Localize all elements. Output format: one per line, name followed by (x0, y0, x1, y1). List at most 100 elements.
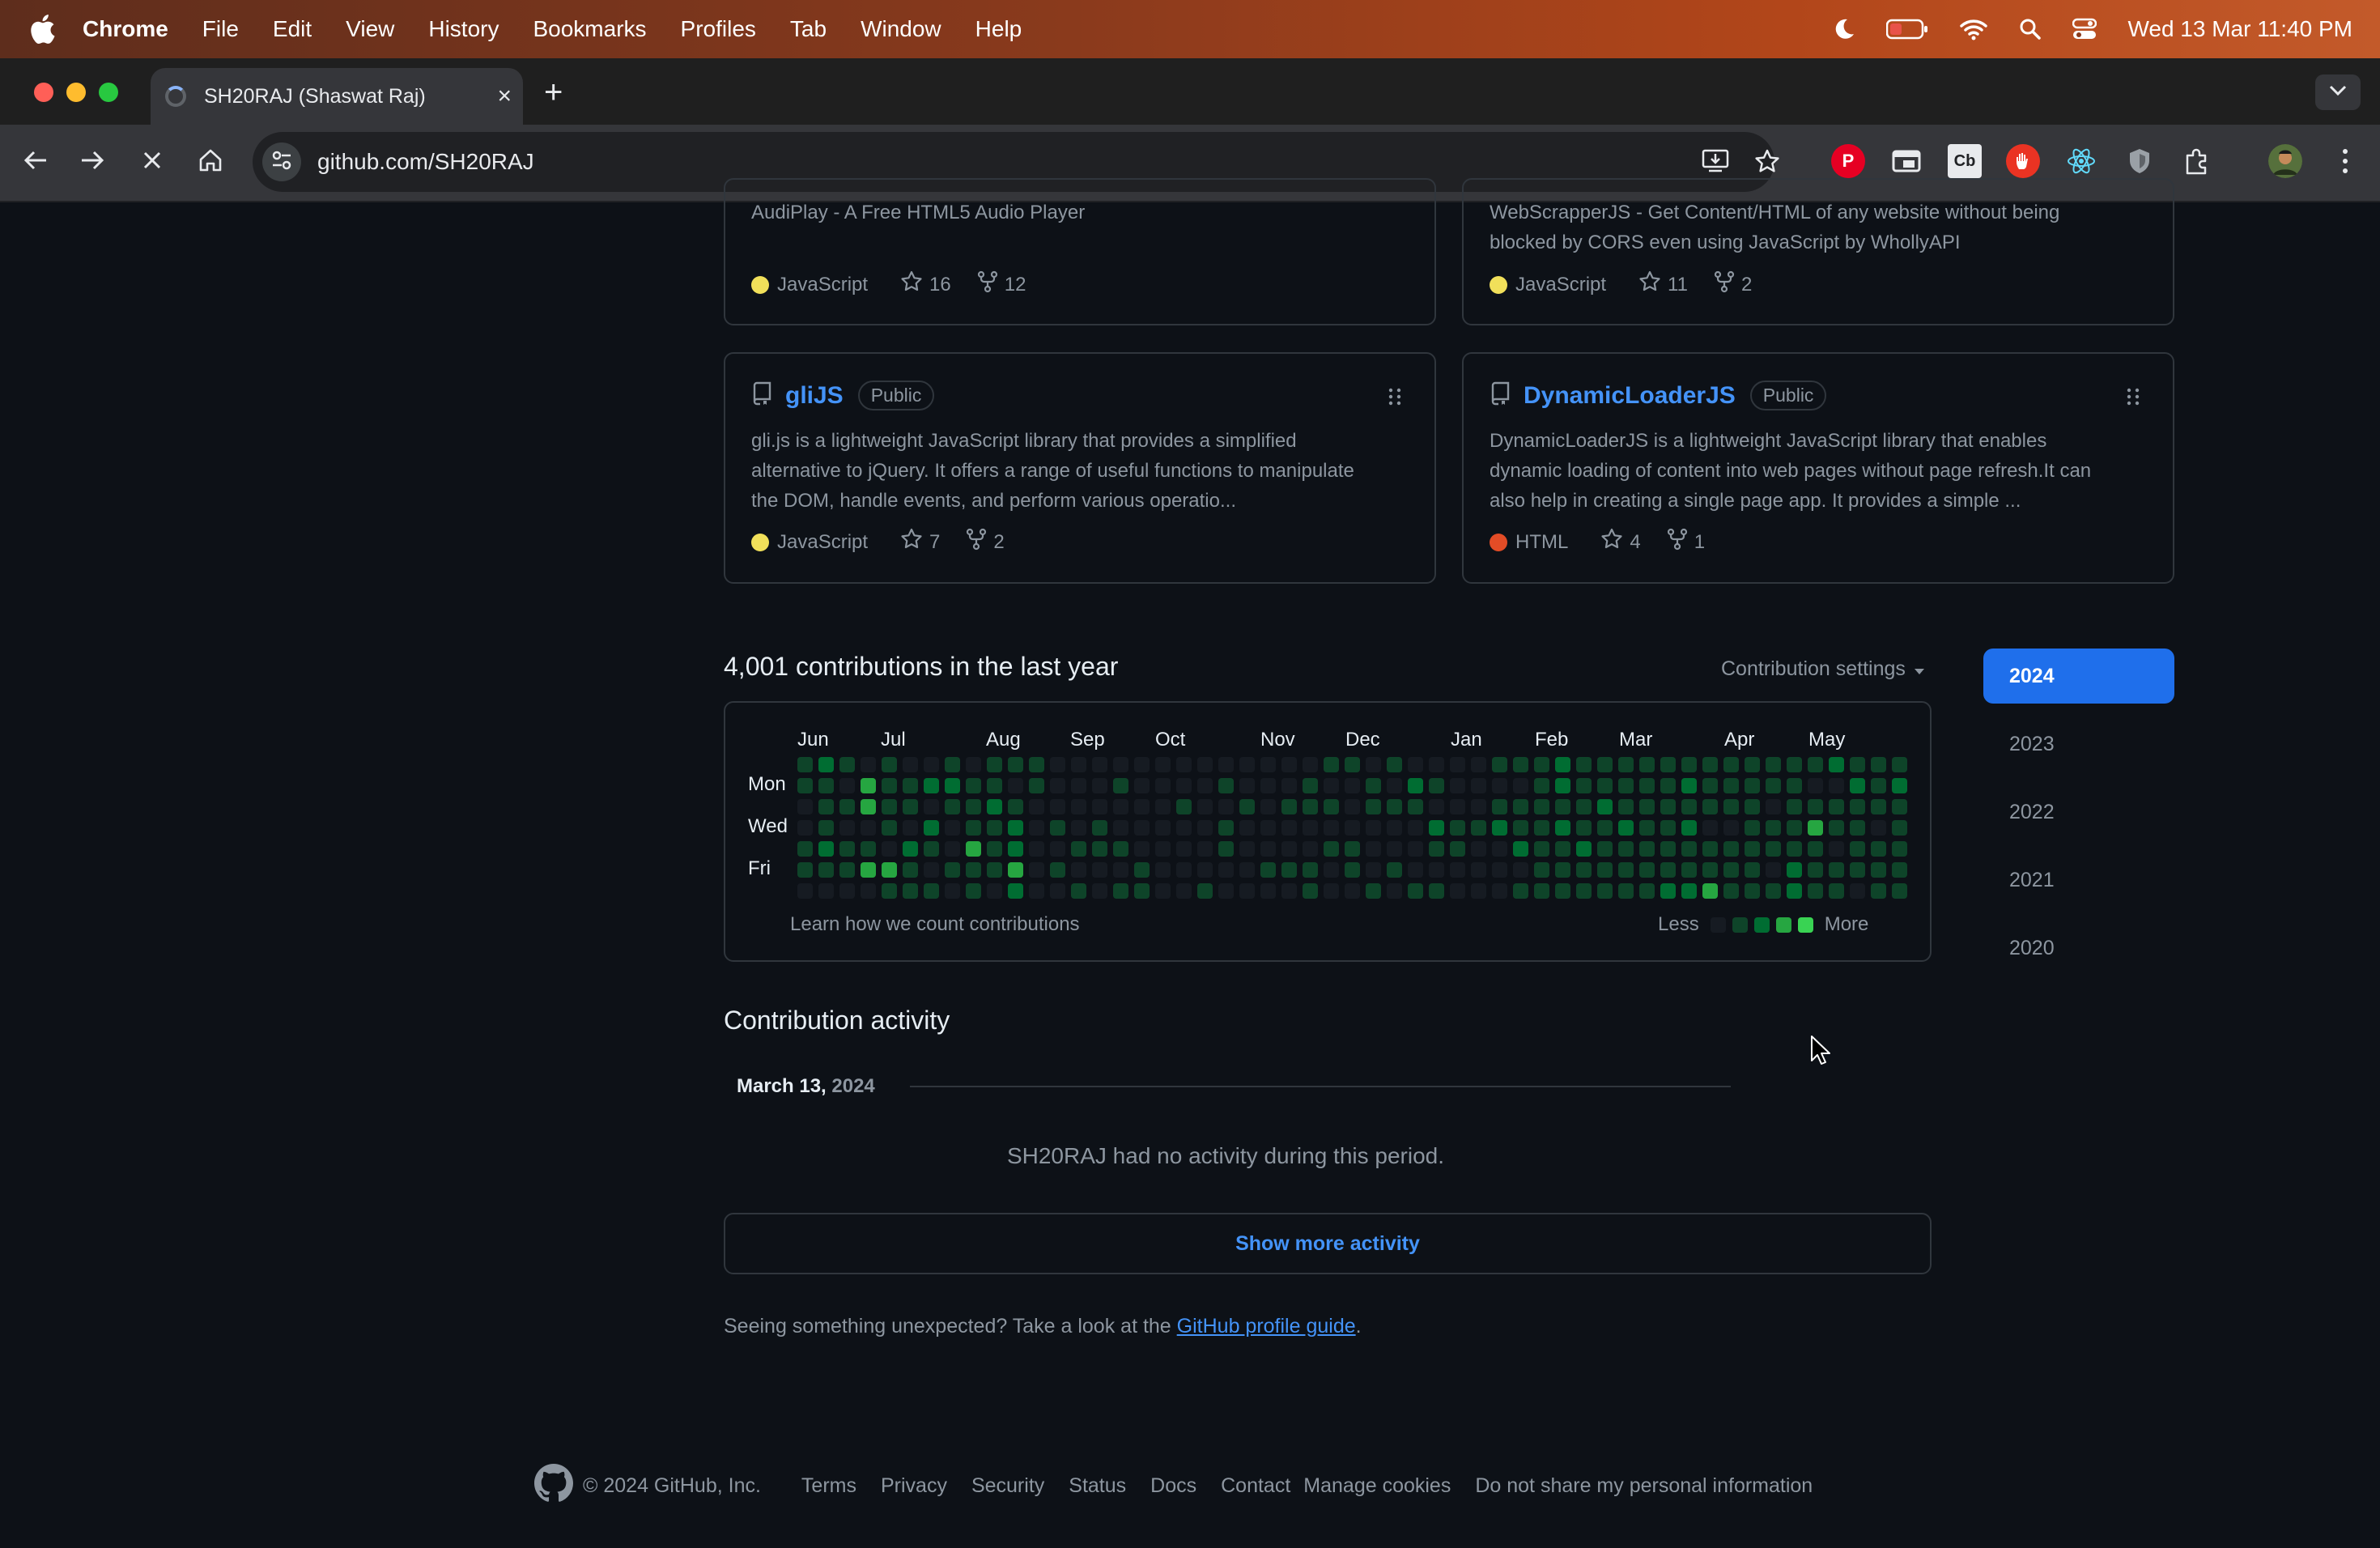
contribution-day-cell[interactable] (1387, 841, 1402, 857)
contribution-day-cell[interactable] (1723, 862, 1739, 878)
contribution-day-cell[interactable] (1029, 799, 1044, 814)
contribution-day-cell[interactable] (797, 841, 813, 857)
contribution-day-cell[interactable] (1092, 862, 1107, 878)
contribution-day-cell[interactable] (1408, 820, 1423, 836)
contribution-day-cell[interactable] (903, 820, 918, 836)
contribution-day-cell[interactable] (1197, 778, 1213, 793)
contribution-day-cell[interactable] (1303, 757, 1318, 772)
contribution-day-cell[interactable] (1008, 883, 1023, 899)
contribution-day-cell[interactable] (1808, 883, 1823, 899)
contribution-settings-dropdown[interactable]: Contribution settings (1721, 657, 1925, 681)
contribution-day-cell[interactable] (1450, 820, 1465, 836)
year-button-2020[interactable]: 2020 (1983, 921, 2174, 976)
contribution-day-cell[interactable] (882, 841, 897, 857)
contribution-day-cell[interactable] (1197, 883, 1213, 899)
contribution-day-cell[interactable] (1471, 841, 1486, 857)
contribution-day-cell[interactable] (1660, 778, 1676, 793)
contribution-day-cell[interactable] (1345, 757, 1360, 772)
contribution-day-cell[interactable] (945, 799, 960, 814)
contribution-day-cell[interactable] (1766, 799, 1781, 814)
contribution-day-cell[interactable] (1513, 778, 1528, 793)
contribution-day-cell[interactable] (1176, 841, 1192, 857)
repo-forks-link[interactable]: 1 (1667, 528, 1705, 556)
contribution-day-cell[interactable] (882, 778, 897, 793)
contribution-day-cell[interactable] (1871, 820, 1886, 836)
footer-link-contact[interactable]: Contact (1221, 1474, 1290, 1498)
contribution-day-cell[interactable] (1113, 841, 1128, 857)
contribution-day-cell[interactable] (1660, 799, 1676, 814)
contribution-day-cell[interactable] (1134, 757, 1150, 772)
footer-link-security[interactable]: Security (971, 1474, 1044, 1498)
contribution-day-cell[interactable] (1492, 841, 1507, 857)
home-button[interactable] (193, 144, 228, 180)
contribution-day-cell[interactable] (966, 757, 981, 772)
contribution-day-cell[interactable] (861, 757, 876, 772)
contribution-day-cell[interactable] (1618, 799, 1634, 814)
contribution-day-cell[interactable] (1597, 799, 1613, 814)
contribution-day-cell[interactable] (1281, 862, 1297, 878)
contribution-day-cell[interactable] (861, 862, 876, 878)
contribution-day-cell[interactable] (1345, 799, 1360, 814)
contribution-day-cell[interactable] (1745, 883, 1760, 899)
contribution-day-cell[interactable] (818, 862, 834, 878)
contribution-day-cell[interactable] (1723, 841, 1739, 857)
contribution-day-cell[interactable] (924, 757, 939, 772)
contribution-day-cell[interactable] (1429, 778, 1444, 793)
contribution-day-cell[interactable] (1218, 778, 1234, 793)
contribution-day-cell[interactable] (1639, 778, 1655, 793)
menu-profiles[interactable]: Profiles (681, 16, 756, 42)
contribution-day-cell[interactable] (1597, 841, 1613, 857)
contribution-day-cell[interactable] (1745, 799, 1760, 814)
contribution-day-cell[interactable] (924, 862, 939, 878)
window-zoom-button[interactable] (99, 83, 118, 102)
contribution-day-cell[interactable] (1239, 862, 1255, 878)
contribution-day-cell[interactable] (1324, 820, 1339, 836)
contribution-day-cell[interactable] (818, 883, 834, 899)
contribution-day-cell[interactable] (1702, 799, 1718, 814)
contribution-day-cell[interactable] (1829, 799, 1844, 814)
repo-name-link[interactable]: gliJS (785, 382, 844, 410)
spotlight-search-icon[interactable] (2019, 18, 2042, 40)
contribution-day-cell[interactable] (1155, 799, 1171, 814)
drag-handle-icon[interactable] (2124, 385, 2142, 412)
contribution-day-cell[interactable] (1618, 820, 1634, 836)
contribution-day-cell[interactable] (1702, 778, 1718, 793)
contribution-day-cell[interactable] (839, 862, 855, 878)
contribution-day-cell[interactable] (1218, 799, 1234, 814)
contribution-day-cell[interactable] (1892, 820, 1907, 836)
contribution-day-cell[interactable] (1176, 778, 1192, 793)
contribution-day-cell[interactable] (924, 778, 939, 793)
window-extension-icon[interactable] (1889, 144, 1923, 178)
browser-tab-active[interactable]: SH20RAJ (Shaswat Raj) × (151, 68, 523, 125)
contribution-day-cell[interactable] (1829, 820, 1844, 836)
repo-forks-link[interactable]: 2 (1714, 270, 1752, 299)
contribution-day-cell[interactable] (1260, 862, 1276, 878)
contribution-day-cell[interactable] (1576, 862, 1592, 878)
repo-forks-link[interactable]: 2 (966, 528, 1005, 556)
contribution-day-cell[interactable] (1892, 799, 1907, 814)
contribution-day-cell[interactable] (987, 883, 1002, 899)
contribution-day-cell[interactable] (1681, 778, 1697, 793)
repo-stars-link[interactable]: 7 (900, 528, 940, 556)
contribution-day-cell[interactable] (1450, 841, 1465, 857)
contribution-day-cell[interactable] (1555, 757, 1570, 772)
contribution-day-cell[interactable] (1723, 820, 1739, 836)
contribution-day-cell[interactable] (903, 778, 918, 793)
contribution-day-cell[interactable] (1871, 883, 1886, 899)
contribution-day-cell[interactable] (1808, 778, 1823, 793)
contribution-day-cell[interactable] (797, 862, 813, 878)
contribution-day-cell[interactable] (1155, 757, 1171, 772)
contribution-day-cell[interactable] (797, 799, 813, 814)
contribution-day-cell[interactable] (1808, 862, 1823, 878)
contribution-day-cell[interactable] (1723, 778, 1739, 793)
contribution-day-cell[interactable] (1429, 841, 1444, 857)
contribution-day-cell[interactable] (1366, 883, 1381, 899)
contribution-day-cell[interactable] (1218, 841, 1234, 857)
contribution-day-cell[interactable] (1450, 757, 1465, 772)
contribution-day-cell[interactable] (966, 862, 981, 878)
contribution-day-cell[interactable] (1492, 799, 1507, 814)
contribution-day-cell[interactable] (1218, 862, 1234, 878)
footer-link-do-not-share[interactable]: Do not share my personal information (1475, 1474, 1813, 1498)
contribution-day-cell[interactable] (1471, 778, 1486, 793)
contribution-day-cell[interactable] (1324, 841, 1339, 857)
